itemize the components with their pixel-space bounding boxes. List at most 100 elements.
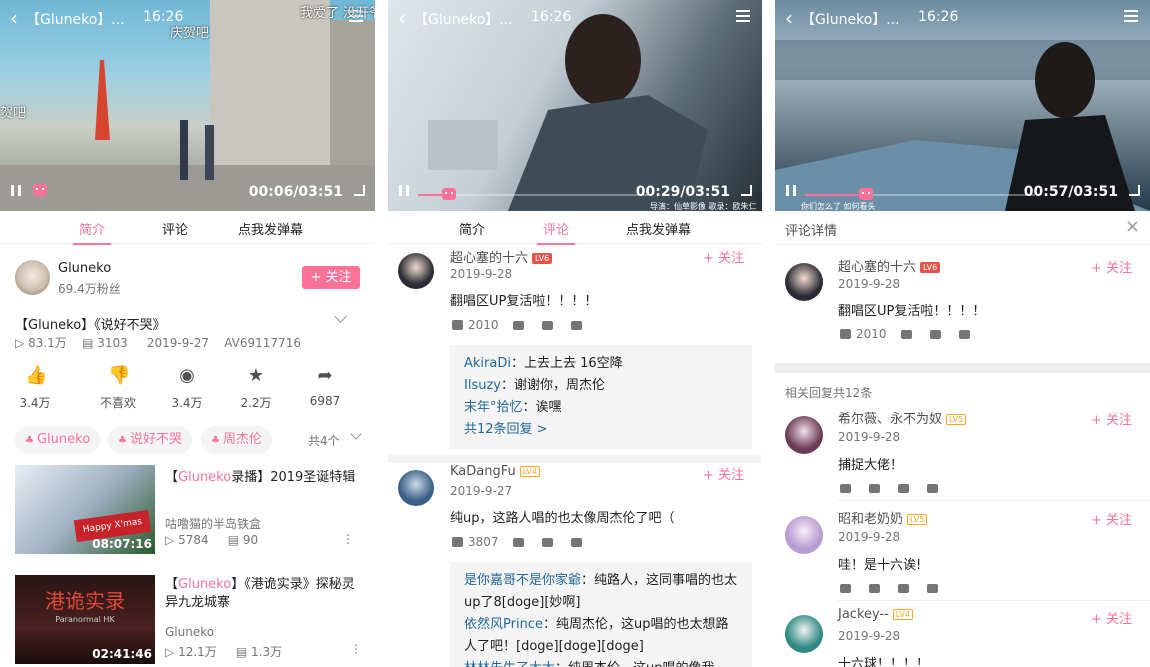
close-icon[interactable]: × bbox=[1125, 216, 1140, 237]
tag-chip[interactable]: ♣ Gluneko bbox=[15, 426, 101, 454]
like-icon[interactable] bbox=[840, 584, 851, 593]
back-icon[interactable]: ‹ bbox=[785, 8, 793, 28]
tag-chip[interactable]: ♣ 周杰伦 bbox=[201, 426, 272, 454]
reply-user[interactable]: 末年°拾忆 bbox=[464, 400, 523, 415]
duration: 08:07:16 bbox=[92, 537, 152, 551]
follow-button[interactable]: + 关注 bbox=[1091, 257, 1132, 276]
fullscreen-icon[interactable] bbox=[354, 185, 365, 196]
back-icon[interactable]: ‹ bbox=[10, 8, 18, 28]
share-icon[interactable] bbox=[898, 584, 909, 593]
related-thumbnail[interactable]: 港诡实录 Paranormal HK 02:41:46 bbox=[15, 575, 155, 664]
menu-icon[interactable] bbox=[736, 10, 750, 22]
tab-comment[interactable]: 评论 bbox=[536, 219, 576, 245]
progress-handle-icon[interactable] bbox=[442, 188, 456, 200]
share-icon[interactable] bbox=[541, 321, 553, 330]
reply-icon[interactable] bbox=[570, 321, 582, 330]
follow-button[interactable]: + 关注 bbox=[1091, 409, 1132, 428]
play-icon: ▷ bbox=[165, 533, 175, 547]
follow-button[interactable]: + 关注 bbox=[302, 266, 360, 289]
coin-icon[interactable]: ◉ bbox=[177, 365, 197, 386]
fullscreen-icon[interactable] bbox=[741, 185, 752, 196]
related-danmaku: 90 bbox=[242, 533, 259, 547]
reply-user[interactable]: AkiraDi bbox=[464, 356, 511, 371]
tag-chip[interactable]: ♣ 说好不哭 bbox=[108, 426, 192, 454]
tab-bar: 简介 评论 点我发弹幕 bbox=[0, 211, 375, 245]
up-avatar[interactable] bbox=[15, 260, 50, 295]
related-title[interactable]: 【Gluneko】《港诡实录》探秘灵异九龙城寨 bbox=[165, 576, 365, 612]
reply-user[interactable]: 依然风Prince bbox=[464, 617, 543, 632]
dislike-icon[interactable] bbox=[512, 321, 524, 330]
reply-icon[interactable] bbox=[958, 330, 970, 339]
like-icon[interactable]: 👍 bbox=[25, 365, 47, 386]
menu-icon[interactable] bbox=[1124, 10, 1138, 22]
more-icon[interactable]: ⋮ bbox=[342, 532, 354, 546]
tab-intro[interactable]: 简介 bbox=[72, 219, 112, 245]
expand-chevron-icon[interactable] bbox=[334, 310, 347, 323]
related-thumbnail[interactable]: Happy X'mas 08:07:16 bbox=[15, 465, 155, 554]
related-title[interactable]: 【Gluneko录播】2019圣诞特辑 bbox=[165, 466, 360, 485]
reply-user[interactable]: 林林先生了太太 bbox=[464, 661, 555, 667]
tab-intro[interactable]: 简介 bbox=[459, 219, 485, 238]
reply-icon[interactable] bbox=[570, 538, 582, 547]
up-name[interactable]: Gluneko bbox=[58, 261, 111, 276]
star-icon[interactable]: ★ bbox=[246, 365, 266, 386]
fullscreen-icon[interactable] bbox=[1129, 185, 1140, 196]
level-badge: LV4 bbox=[892, 609, 913, 620]
reply-user[interactable]: Ilsuzy bbox=[464, 378, 501, 393]
video-player[interactable]: ‹ 【Gluneko】... 16:26 我爱了 没开爷 庆贺吧 贺吧 00:06/… bbox=[0, 0, 375, 211]
share-icon[interactable] bbox=[929, 330, 941, 339]
tab-send-danmu[interactable]: 点我发弹幕 bbox=[238, 219, 303, 238]
more-replies-link[interactable]: 共12条回复 > bbox=[464, 419, 738, 441]
share-icon[interactable] bbox=[898, 484, 909, 493]
reply-preview[interactable]: 是你嘉哥不是你家爺：纯路人，这同事唱的也太up了8[doge][妙啊] 依然风Pr… bbox=[450, 562, 752, 667]
commenter-name[interactable]: KaDangFu LV4 bbox=[450, 464, 540, 479]
video-player[interactable]: ‹ 【Gluneko】... 16:26 00:29/03:51 导演：仙草影像 歌… bbox=[388, 0, 762, 211]
like-icon[interactable] bbox=[840, 329, 851, 339]
progress-handle-icon[interactable] bbox=[859, 188, 873, 200]
progress-bar[interactable] bbox=[418, 188, 648, 200]
follow-button[interactable]: + 关注 bbox=[1091, 509, 1132, 528]
share-icon[interactable]: ➦ bbox=[315, 365, 335, 386]
commenter-avatar[interactable] bbox=[398, 470, 434, 506]
pause-icon[interactable] bbox=[786, 185, 796, 196]
commenter-name[interactable]: 超心塞的十六 LV6 bbox=[450, 247, 553, 266]
username: 昭和老奶奶 bbox=[838, 512, 904, 527]
pause-icon[interactable] bbox=[399, 185, 409, 196]
tag-count[interactable]: 共4个 bbox=[308, 432, 340, 449]
reply-preview[interactable]: AkiraDi：上去上去 16空降 Ilsuzy：谢谢你，周杰伦 末年°拾忆：诶嘿共… bbox=[450, 345, 752, 449]
replier-avatar[interactable] bbox=[785, 615, 823, 653]
reply-user[interactable]: 是你嘉哥不是你家爺 bbox=[464, 573, 581, 588]
commenter-name[interactable]: 超心塞的十六 LV6 bbox=[838, 256, 941, 275]
dislike-icon[interactable] bbox=[869, 484, 880, 493]
share-icon[interactable] bbox=[541, 538, 553, 547]
dislike-icon[interactable]: 👎 bbox=[108, 365, 130, 386]
follow-button[interactable]: + 关注 bbox=[1091, 608, 1132, 627]
replier-name[interactable]: 希尔薇、永不为奴 LV5 bbox=[838, 408, 967, 427]
danmu-toggle-icon[interactable] bbox=[33, 184, 47, 196]
tab-send-danmu[interactable]: 点我发弹幕 bbox=[626, 219, 691, 238]
follow-button[interactable]: + 关注 bbox=[703, 464, 744, 483]
replier-avatar[interactable] bbox=[785, 516, 823, 554]
replier-name[interactable]: Jackey-- LV4 bbox=[838, 607, 913, 622]
back-icon[interactable]: ‹ bbox=[398, 8, 406, 28]
danmaku-icon: ▤ bbox=[235, 645, 248, 659]
more-icon[interactable]: ⋮ bbox=[350, 642, 362, 656]
like-icon[interactable] bbox=[840, 484, 851, 493]
like-icon[interactable] bbox=[452, 537, 463, 547]
commenter-avatar[interactable] bbox=[785, 263, 823, 301]
tab-comment[interactable]: 评论 bbox=[162, 219, 188, 238]
progress-bar[interactable] bbox=[805, 188, 1035, 200]
reply-icon[interactable] bbox=[927, 484, 938, 493]
like-icon[interactable] bbox=[452, 320, 463, 330]
reply-icon[interactable] bbox=[927, 584, 938, 593]
replier-avatar[interactable] bbox=[785, 416, 823, 454]
replier-name[interactable]: 昭和老奶奶 LV5 bbox=[838, 508, 928, 527]
dislike-icon[interactable] bbox=[512, 538, 524, 547]
follow-button[interactable]: + 关注 bbox=[703, 247, 744, 266]
dislike-icon[interactable] bbox=[900, 330, 912, 339]
pause-icon[interactable] bbox=[11, 185, 21, 196]
commenter-avatar[interactable] bbox=[398, 253, 434, 289]
tags-chevron-icon[interactable] bbox=[350, 428, 362, 440]
dislike-icon[interactable] bbox=[869, 584, 880, 593]
video-player[interactable]: ‹ 【Gluneko】... 16:26 00:57/03:51 你们怎么了 如何看… bbox=[775, 0, 1150, 211]
